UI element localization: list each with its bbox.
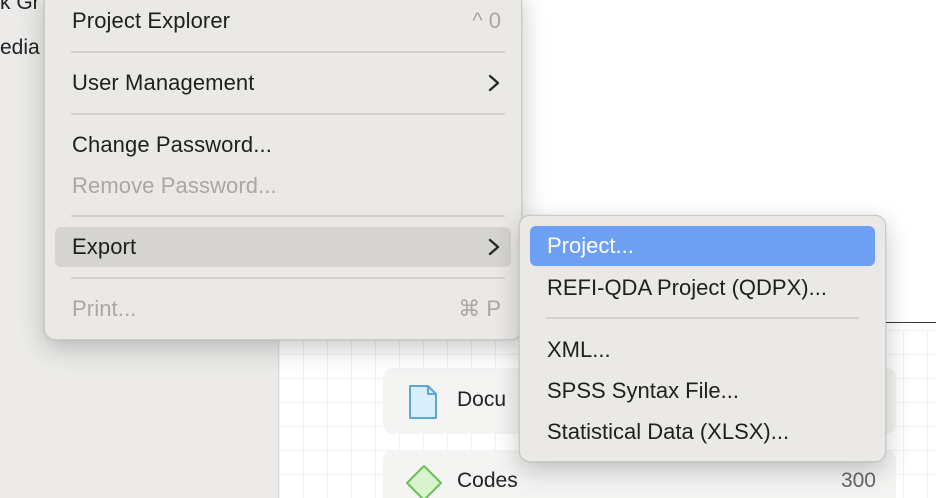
menu-item-print: Print... ⌘ P [55, 289, 511, 329]
menu-item-project-explorer[interactable]: Project Explorer ^ 0 [55, 1, 511, 41]
code-diamond-icon [405, 464, 443, 498]
main-menu: Project Explorer ^ 0 User Management Cha… [44, 0, 522, 340]
menu-separator [71, 277, 505, 279]
sidebar-item[interactable]: edia [0, 35, 40, 61]
submenu-item-label: SPSS Syntax File... [547, 378, 739, 403]
menu-item-export[interactable]: Export [55, 227, 511, 267]
submenu-item-xml[interactable]: XML... [530, 330, 875, 370]
submenu-item-label: REFI-QDA Project (QDPX)... [547, 275, 827, 300]
sidebar-item[interactable]: k Gr [0, 0, 40, 16]
card-label: Codes [457, 469, 518, 492]
menu-item-label: Remove Password... [72, 173, 277, 198]
submenu-item-label: XML... [547, 337, 611, 362]
submenu-item-refi-qda[interactable]: REFI-QDA Project (QDPX)... [530, 268, 875, 308]
chevron-right-icon [487, 238, 501, 256]
menu-item-label: Export [72, 234, 137, 259]
menu-separator [71, 215, 505, 217]
menu-separator [71, 51, 505, 53]
card-count: 300 [840, 469, 876, 492]
submenu-item-label: Project... [547, 233, 634, 258]
submenu-item-label: Statistical Data (XLSX)... [547, 419, 790, 444]
document-icon [407, 384, 439, 425]
submenu-item-xlsx[interactable]: Statistical Data (XLSX)... [530, 412, 875, 452]
menu-item-label: Change Password... [72, 132, 272, 157]
menu-item-change-password[interactable]: Change Password... [55, 125, 511, 165]
card-label: Docu [457, 388, 507, 411]
menu-item-label: Print... [72, 296, 137, 321]
export-submenu: Project... REFI-QDA Project (QDPX)... XM… [519, 215, 886, 462]
menu-item-user-management[interactable]: User Management [55, 63, 511, 103]
submenu-item-spss[interactable]: SPSS Syntax File... [530, 371, 875, 411]
menu-separator [71, 113, 505, 115]
submenu-item-project[interactable]: Project... [530, 226, 875, 266]
shortcut-label: ⌘ P [458, 296, 501, 321]
menu-item-label: User Management [72, 70, 255, 95]
menu-item-remove-password: Remove Password... [55, 166, 511, 206]
menu-item-label: Project Explorer [72, 8, 231, 33]
shortcut-label: ^ 0 [472, 8, 501, 33]
menu-separator [546, 317, 859, 319]
chevron-right-icon [487, 74, 501, 92]
